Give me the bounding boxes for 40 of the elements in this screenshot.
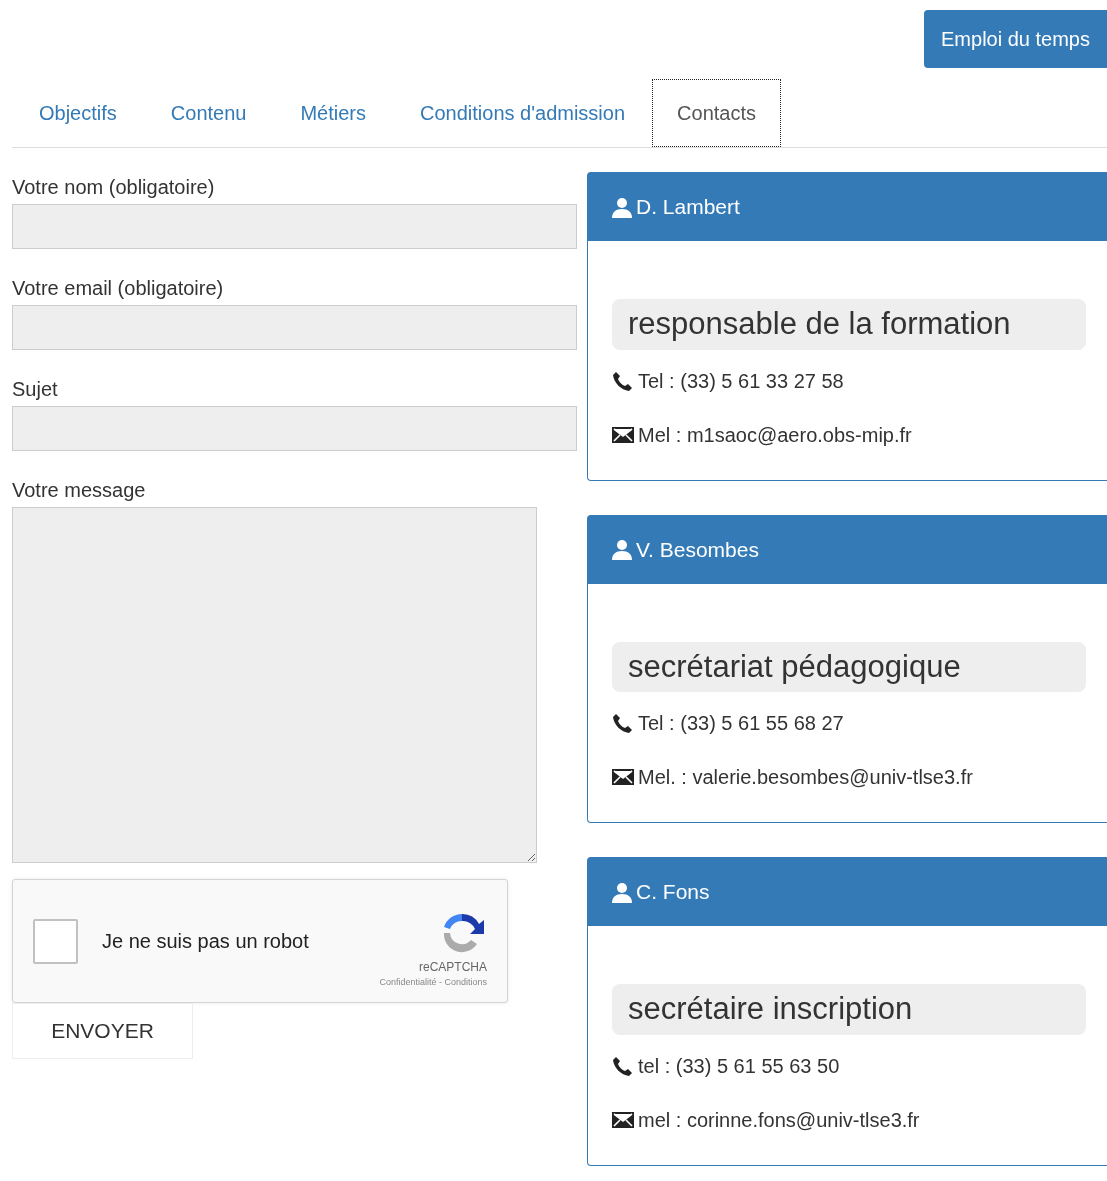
tab[interactable]: Métiers xyxy=(273,79,393,147)
envelope-icon xyxy=(612,1111,634,1128)
email-text: Mel : m1saoc@aero.obs-mip.fr xyxy=(638,422,912,448)
input-field[interactable] xyxy=(12,305,577,350)
email-text: mel : corinne.fons@univ-tlse3.fr xyxy=(638,1107,920,1133)
send-button[interactable]: ENVOYER xyxy=(12,1003,193,1059)
contact-name: C. Fons xyxy=(636,879,710,906)
field-label: Votre nom (obligatoire) xyxy=(12,175,216,200)
person-icon xyxy=(612,539,632,560)
phone-text: tel : (33) 5 61 55 63 50 xyxy=(638,1053,840,1079)
message-field[interactable] xyxy=(12,507,537,863)
contact-role: secrétaire inscription xyxy=(612,984,1086,1035)
phone-icon xyxy=(612,370,634,391)
tab[interactable]: Contenu xyxy=(143,79,274,147)
contact-role: responsable de la formation xyxy=(612,299,1086,350)
phone-text: Tel : (33) 5 61 33 27 58 xyxy=(638,368,844,394)
schedule-button[interactable]: Emploi du temps xyxy=(924,10,1107,68)
captcha-label: Je ne suis pas un robot xyxy=(102,929,310,954)
contact-name: D. Lambert xyxy=(636,194,740,221)
phone-text: Tel : (33) 5 61 55 68 27 xyxy=(638,711,844,736)
input-field[interactable] xyxy=(12,406,577,451)
field-label: Sujet xyxy=(12,377,59,402)
captcha-brand: reCAPTCHA xyxy=(419,959,487,977)
phone-icon xyxy=(612,1055,634,1076)
field-label: Votre message xyxy=(12,478,147,503)
phone-icon xyxy=(612,713,634,733)
email-text: Mel. : valerie.besombes@univ-tlse3.fr xyxy=(638,765,973,790)
person-icon xyxy=(612,196,632,218)
contact-name: V. Besombes xyxy=(636,536,759,563)
contact-role: secrétariat pédagogique xyxy=(612,641,1086,692)
envelope-icon xyxy=(612,426,634,443)
captcha-checkbox[interactable] xyxy=(33,918,78,964)
tab[interactable]: Objectifs xyxy=(12,79,144,147)
envelope-icon xyxy=(612,769,634,785)
field-label: Votre email (obligatoire) xyxy=(12,276,225,301)
person-icon xyxy=(612,881,632,903)
tab[interactable]: Conditions d'admission xyxy=(393,79,653,147)
tab[interactable]: Contacts xyxy=(652,79,781,147)
captcha-links[interactable]: Confidentialité - Conditions xyxy=(379,976,487,990)
input-field[interactable] xyxy=(12,204,577,249)
